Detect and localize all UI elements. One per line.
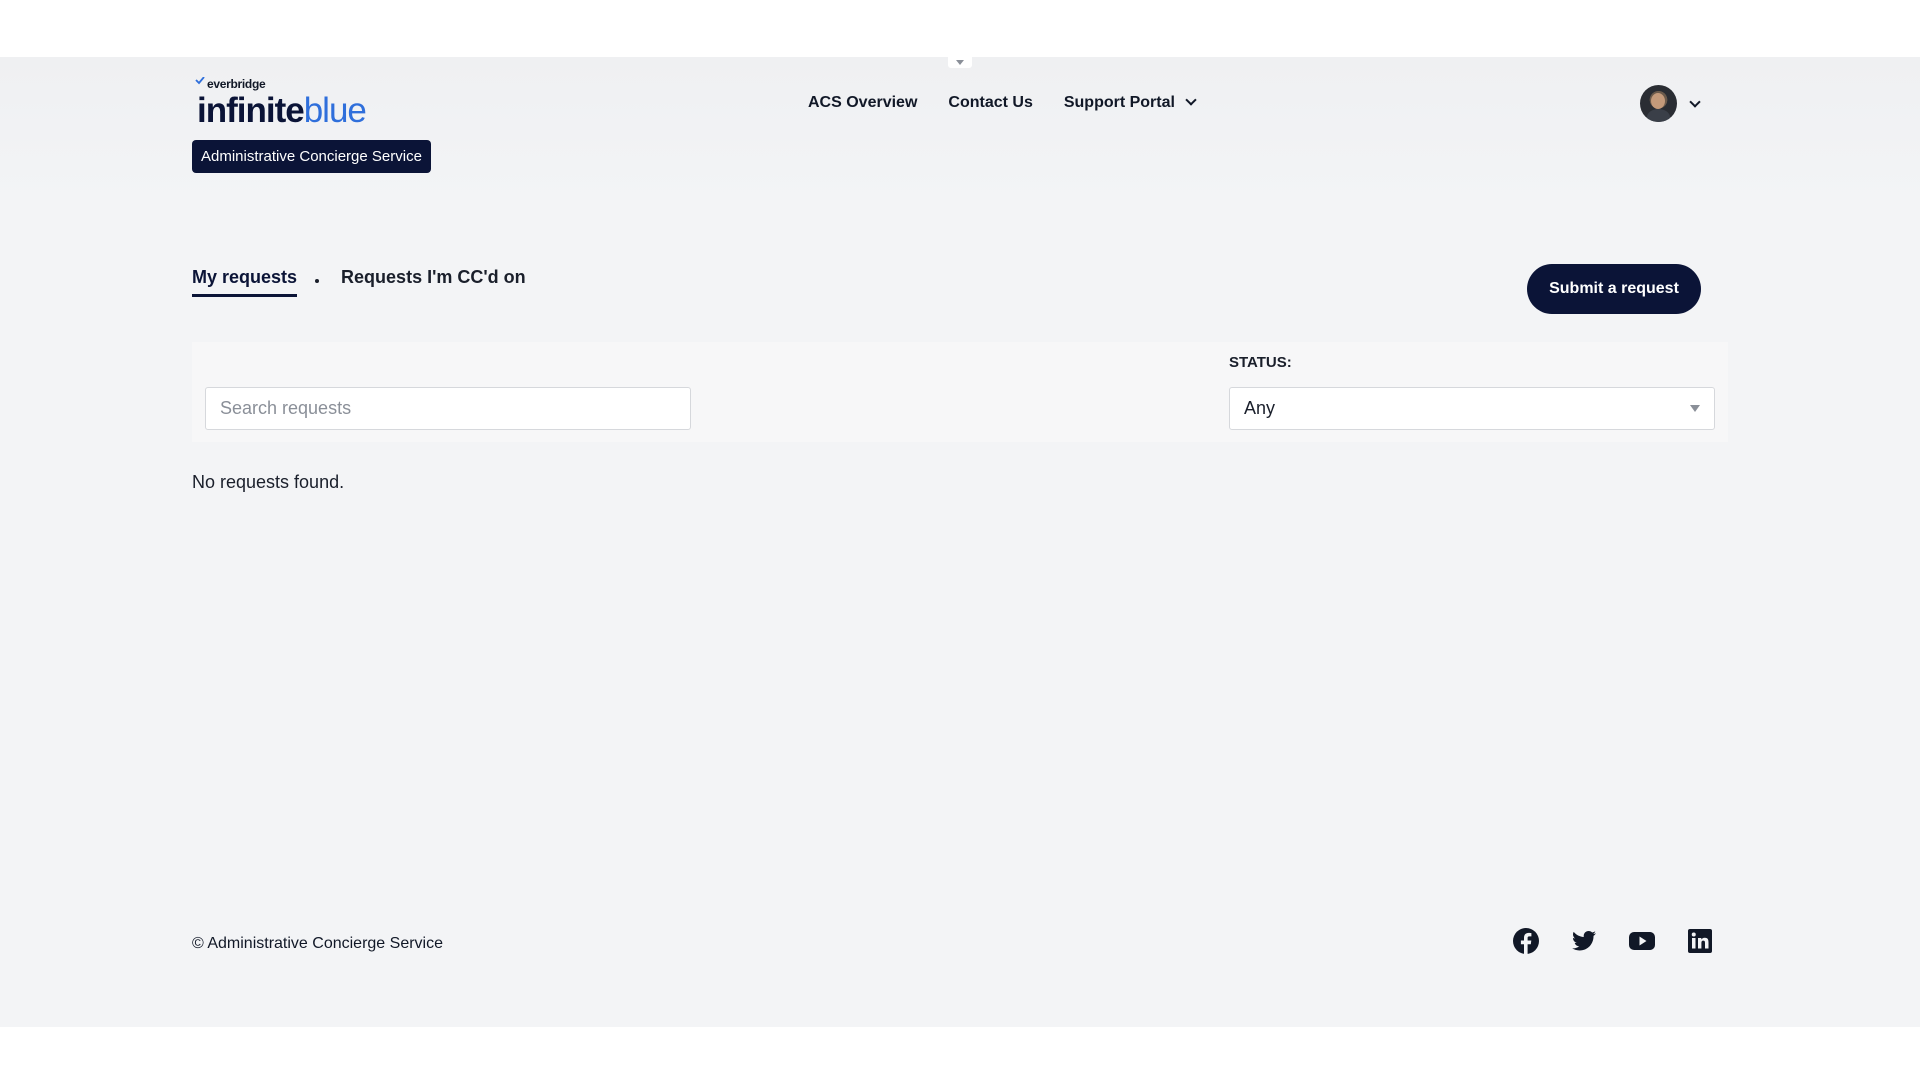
status-select-value: Any: [1244, 398, 1276, 418]
nav-acs-overview[interactable]: ACS Overview: [808, 94, 917, 112]
twitter-icon[interactable]: [1570, 927, 1598, 955]
nav-support-portal[interactable]: Support Portal: [1063, 94, 1197, 112]
brand-wordmark: infiniteblue: [197, 91, 367, 131]
chevron-down-icon: [956, 60, 964, 65]
tab-separator: [315, 279, 320, 283]
brand-small-text: everbridge: [207, 77, 266, 91]
chevron-down-icon[interactable]: [1689, 95, 1701, 108]
infinite-blue-logo[interactable]: everbridge infiniteblue: [195, 77, 385, 137]
brand-blue-text: blue: [303, 91, 367, 130]
social-links: [1512, 927, 1714, 955]
footer-copyright: © Administrative Concierge Service: [192, 935, 443, 952]
service-badge: Administrative Concierge Service: [192, 140, 431, 173]
page: everbridge infiniteblue Administrative C…: [0, 57, 1920, 1027]
check-icon: [195, 77, 205, 85]
brand-dark-text: infinite: [197, 91, 305, 130]
tab-my-requests[interactable]: My requests: [192, 267, 298, 297]
youtube-icon[interactable]: [1628, 927, 1656, 955]
caret-down-icon: [1690, 405, 1700, 412]
collapse-handle[interactable]: [948, 57, 972, 68]
empty-results-message: No requests found.: [192, 472, 345, 492]
request-tabs: My requests Requests I'm CC'd on: [192, 267, 526, 297]
status-label: STATUS:: [1229, 354, 1292, 371]
filter-panel: STATUS: Any: [192, 342, 1728, 442]
facebook-icon[interactable]: [1512, 927, 1540, 955]
main-nav: ACS Overview Contact Us Support Portal: [808, 94, 1197, 112]
avatar[interactable]: [1640, 85, 1677, 122]
nav-support-portal-label: Support Portal: [1063, 94, 1175, 111]
everbridge-wordmark: everbridge: [195, 77, 266, 91]
search-input[interactable]: [205, 387, 691, 430]
linkedin-icon[interactable]: [1686, 927, 1714, 955]
status-select[interactable]: Any: [1229, 387, 1715, 430]
submit-request-button[interactable]: Submit a request: [1527, 264, 1701, 314]
chevron-down-icon: [1185, 94, 1197, 106]
browser-top-bar: [0, 0, 1920, 57]
user-menu[interactable]: [1640, 85, 1701, 122]
nav-contact-us[interactable]: Contact Us: [948, 94, 1032, 112]
tab-requests-cc[interactable]: Requests I'm CC'd on: [341, 267, 526, 294]
